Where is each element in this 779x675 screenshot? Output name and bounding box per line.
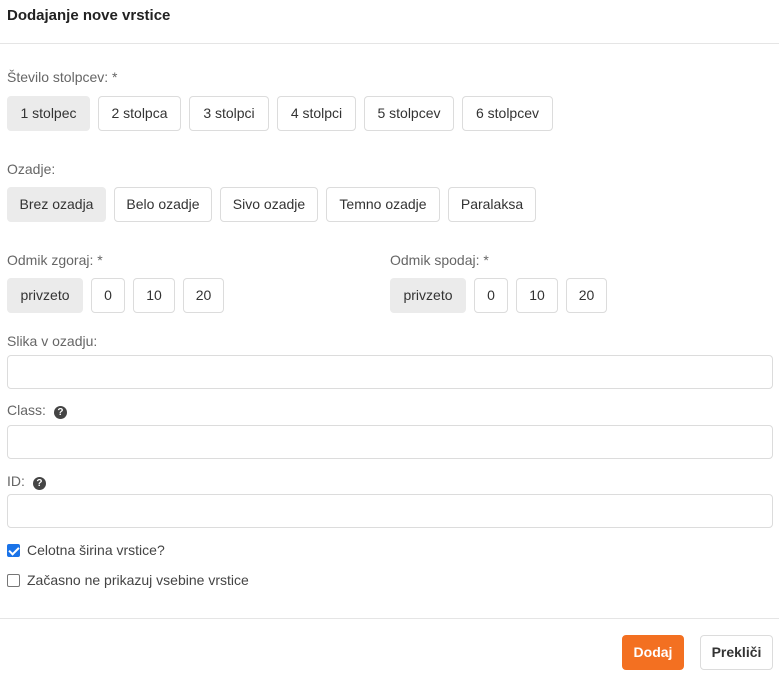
- columns-option-4[interactable]: 4 stolpci: [277, 96, 356, 131]
- modal-header: Dodajanje nove vrstice: [0, 0, 779, 44]
- modal-title: Dodajanje nove vrstice: [7, 7, 171, 24]
- columns-option-3[interactable]: 3 stolpci: [189, 96, 269, 131]
- background-option-white[interactable]: Belo ozadje: [114, 187, 212, 222]
- columns-option-1[interactable]: 1 stolpec: [7, 96, 90, 131]
- margin-bottom-option-20[interactable]: 20: [566, 278, 607, 313]
- cancel-button[interactable]: Prekliči: [700, 635, 773, 670]
- full-width-option[interactable]: Celotna širina vrstice?: [7, 542, 165, 558]
- background-option-dark[interactable]: Temno ozadje: [326, 187, 440, 222]
- margin-bottom-option-0[interactable]: 0: [474, 278, 508, 313]
- background-label: Ozadje:: [7, 161, 56, 177]
- bg-image-label: Slika v ozadju:: [7, 333, 98, 349]
- background-option-parallax[interactable]: Paralaksa: [448, 187, 536, 222]
- background-option-grey[interactable]: Sivo ozadje: [220, 187, 318, 222]
- modal-footer: Dodaj Prekliči: [0, 618, 779, 675]
- margin-top-option-10[interactable]: 10: [133, 278, 175, 313]
- margin-bottom-option-10[interactable]: 10: [516, 278, 558, 313]
- class-input[interactable]: [7, 425, 773, 459]
- class-label: Class:: [7, 402, 46, 418]
- background-option-none[interactable]: Brez ozadja: [7, 187, 106, 222]
- columns-option-5[interactable]: 5 stolpcev: [364, 96, 454, 131]
- class-label-row: Class:?: [7, 402, 67, 419]
- margin-top-option-0[interactable]: 0: [91, 278, 125, 313]
- hide-content-label: Začasno ne prikazuj vsebine vrstice: [27, 572, 249, 588]
- full-width-checkbox[interactable]: [7, 544, 20, 557]
- columns-label: Število stolpcev: *: [7, 69, 118, 85]
- id-help-icon[interactable]: ?: [32, 477, 46, 490]
- margin-top-option-20[interactable]: 20: [183, 278, 224, 313]
- columns-option-6[interactable]: 6 stolpcev: [462, 96, 553, 131]
- bg-image-input[interactable]: [7, 355, 773, 389]
- hide-content-option[interactable]: Začasno ne prikazuj vsebine vrstice: [7, 572, 249, 588]
- margin-top-option-default[interactable]: privzeto: [7, 278, 83, 313]
- add-button[interactable]: Dodaj: [622, 635, 684, 670]
- class-help-icon[interactable]: ?: [53, 406, 67, 419]
- margin-bottom-option-default[interactable]: privzeto: [390, 278, 466, 313]
- full-width-label: Celotna širina vrstice?: [27, 542, 165, 558]
- id-label-row: ID:?: [7, 473, 46, 490]
- id-input[interactable]: [7, 494, 773, 528]
- hide-content-checkbox[interactable]: [7, 574, 20, 587]
- columns-option-2[interactable]: 2 stolpca: [98, 96, 181, 131]
- id-label: ID:: [7, 473, 25, 489]
- margin-bottom-label: Odmik spodaj: *: [390, 252, 489, 268]
- margin-top-label: Odmik zgoraj: *: [7, 252, 103, 268]
